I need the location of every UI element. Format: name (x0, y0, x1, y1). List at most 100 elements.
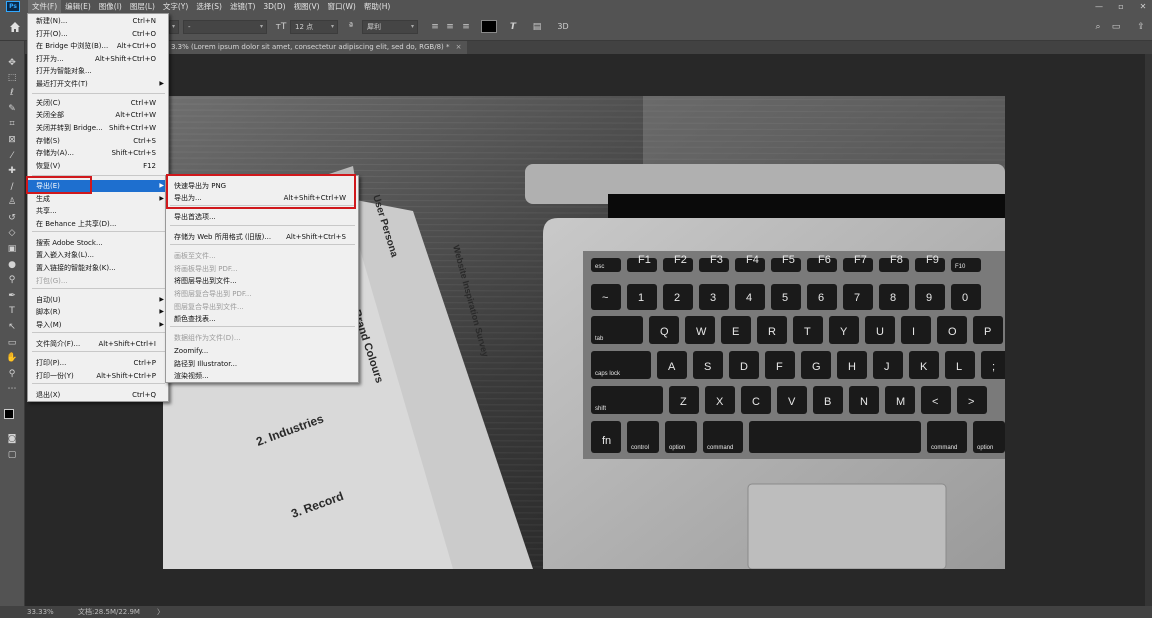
antialias-select[interactable]: 犀利 ▾ (362, 20, 418, 34)
document-tab[interactable]: 3.3% (Lorem ipsum dolor sit amet, consec… (167, 41, 468, 54)
export_submenu-item-2[interactable]: 导出首选项... (166, 211, 358, 223)
align-center-icon[interactable]: ≡ (444, 21, 456, 33)
menu-10[interactable]: 帮助(H) (360, 0, 395, 13)
file_menu-item-8[interactable]: 关闭并转到 Bridge... Shift+Ctrl+W (28, 122, 168, 134)
export_submenu-item-3[interactable]: 存储为 Web 所用格式 (旧版)... Alt+Shift+Ctrl+S (166, 231, 358, 243)
close-icon[interactable]: ✕ (1138, 2, 1148, 11)
file_menu-item-15[interactable]: 在 Behance 上共享(D)... (28, 218, 168, 230)
file_menu-item-7[interactable]: 关闭全部 Alt+Ctrl+W (28, 109, 168, 121)
file_menu-item-21[interactable]: 脚本(R) ▶ (28, 306, 168, 318)
font-size-icon: ᴛT (275, 22, 287, 32)
file_menu-item-11[interactable]: 恢复(V) F12 (28, 160, 168, 172)
eraser-tool-icon[interactable]: ◇ (6, 227, 18, 239)
move-tool-icon[interactable]: ✥ (6, 57, 18, 69)
marquee-tool-icon[interactable]: ⬚ (6, 72, 18, 84)
file_menu-item-6[interactable]: 关闭(C) Ctrl+W (28, 97, 168, 109)
quick-select-tool-icon[interactable]: ✎ (6, 103, 18, 115)
file_menu-item-2[interactable]: 在 Bridge 中浏览(B)... Alt+Ctrl+O (28, 40, 168, 52)
align-left-icon[interactable]: ≡ (429, 21, 441, 33)
file_menu-item-24[interactable]: 打印(P)... Ctrl+P (28, 357, 168, 369)
menu-1[interactable]: 编辑(E) (61, 0, 95, 13)
screen-mode-icon[interactable]: ▢ (6, 449, 18, 461)
font-style-select[interactable]: - ▾ (183, 20, 267, 34)
align-right-icon[interactable]: ≡ (460, 21, 472, 33)
key-label: F4 (746, 254, 759, 266)
file_menu-item-18[interactable]: 置入链接的智能对象(K)... (28, 262, 168, 274)
file_menu-item-22[interactable]: 导入(M) ▶ (28, 319, 168, 331)
menu-7[interactable]: 3D(D) (259, 0, 289, 13)
file_menu-item-0[interactable]: 新建(N)... Ctrl+N (28, 15, 168, 27)
menu-item-label: 在 Behance 上共享(D)... (36, 220, 117, 228)
menu-6[interactable]: 滤镜(T) (226, 0, 259, 13)
export_submenu-item-13[interactable]: 渲染视频... (166, 370, 358, 382)
crop-tool-icon[interactable]: ⌗ (6, 118, 18, 130)
healing-tool-icon[interactable]: ✚ (6, 165, 18, 177)
more-tools-icon[interactable]: ⋯ (6, 383, 18, 395)
file_menu-item-9[interactable]: 存储(S) Ctrl+S (28, 135, 168, 147)
file_menu-item-3[interactable]: 打开为... Alt+Shift+Ctrl+O (28, 53, 168, 65)
file_menu-item-5[interactable]: 最近打开文件(T) ▶ (28, 78, 168, 90)
foreground-color-swatch[interactable] (4, 409, 14, 419)
path-select-tool-icon[interactable]: ↖ (6, 321, 18, 333)
stamp-tool-icon[interactable]: ♙ (6, 196, 18, 208)
menu-8[interactable]: 视图(V) (290, 0, 324, 13)
menu-0[interactable]: 文件(F) (28, 0, 62, 13)
export_submenu-item-9[interactable]: 颜色查找表... (166, 313, 358, 325)
key-label: 9 (926, 292, 932, 304)
file_menu-item-14[interactable]: 共享... (28, 205, 168, 217)
menu-4[interactable]: 文字(Y) (159, 0, 192, 13)
menu-3[interactable]: 图层(L) (126, 0, 159, 13)
minimize-icon[interactable]: — (1094, 2, 1104, 11)
font-family-select[interactable]: ▾ (169, 20, 179, 34)
file_menu-item-10[interactable]: 存储为(A)... Shift+Ctrl+S (28, 147, 168, 159)
pen-tool-icon[interactable]: ✒ (6, 290, 18, 302)
frame-tool-icon[interactable]: ⊠ (6, 134, 18, 146)
text-color-swatch[interactable] (481, 20, 497, 33)
dodge-tool-icon[interactable]: ⚲ (6, 274, 18, 286)
home-icon[interactable] (9, 21, 21, 33)
export_submenu-item-6[interactable]: 将图层导出到文件... (166, 275, 358, 287)
key-label: A (668, 361, 676, 373)
rectangle-tool-icon[interactable]: ▭ (6, 337, 18, 349)
menu-item-label: 路径到 Illustrator... (174, 360, 238, 368)
file_menu-item-13[interactable]: 生成 ▶ (28, 193, 168, 205)
vertical-scrollbar[interactable] (1145, 54, 1152, 606)
blur-tool-icon[interactable]: ● (6, 259, 18, 271)
3d-button[interactable]: 3D (555, 21, 571, 33)
file_menu-item-20[interactable]: 自动(U) ▶ (28, 294, 168, 306)
restore-icon[interactable]: ▫ (1116, 2, 1126, 11)
workspace-icon[interactable]: ▭ (1110, 21, 1122, 33)
menu-5[interactable]: 选择(S) (192, 0, 226, 13)
lasso-tool-icon[interactable]: ℓ (6, 87, 18, 99)
hand-tool-icon[interactable]: ✋ (6, 352, 18, 364)
tab-close-icon[interactable]: × (456, 41, 462, 54)
menu-2[interactable]: 图像(I) (95, 0, 126, 13)
file_menu-item-23[interactable]: 文件简介(F)... Alt+Shift+Ctrl+I (28, 338, 168, 350)
key-label: F (776, 361, 783, 373)
quick-mask-icon[interactable]: ◙ (6, 433, 18, 445)
character-panel-icon[interactable]: ▤ (531, 21, 543, 33)
font-size-select[interactable]: 12 点 ▾ (290, 20, 338, 34)
brush-tool-icon[interactable]: ∕ (6, 181, 18, 193)
file_menu-item-4[interactable]: 打开为智能对象... (28, 65, 168, 77)
status-menu-arrow-icon[interactable]: 〉 (157, 606, 164, 618)
type-tool-icon[interactable]: T (6, 305, 18, 317)
zoom-tool-icon[interactable]: ⚲ (6, 368, 18, 380)
search-icon[interactable]: ⌕ (1092, 21, 1104, 33)
export_submenu-item-11[interactable]: Zoomify... (166, 345, 358, 357)
key-label: D (740, 361, 748, 373)
warp-text-icon[interactable]: 𝙏 (507, 21, 519, 33)
file_menu-item-16[interactable]: 搜索 Adobe Stock... (28, 237, 168, 249)
file_menu-item-26[interactable]: 退出(X) Ctrl+Q (28, 389, 168, 401)
share-icon[interactable]: ⇪ (1135, 21, 1147, 33)
key-label: caps lock (595, 371, 621, 377)
zoom-level[interactable]: 33.33% (27, 606, 54, 618)
export_submenu-item-12[interactable]: 路径到 Illustrator... (166, 358, 358, 370)
file_menu-item-25[interactable]: 打印一份(Y) Alt+Shift+Ctrl+P (28, 370, 168, 382)
menu-9[interactable]: 窗口(W) (324, 0, 360, 13)
file_menu-item-1[interactable]: 打开(O)... Ctrl+O (28, 28, 168, 40)
eyedropper-tool-icon[interactable]: ⁄ (6, 150, 18, 162)
history-brush-tool-icon[interactable]: ↺ (6, 212, 18, 224)
gradient-tool-icon[interactable]: ▣ (6, 243, 18, 255)
file_menu-item-17[interactable]: 置入嵌入对象(L)... (28, 249, 168, 261)
